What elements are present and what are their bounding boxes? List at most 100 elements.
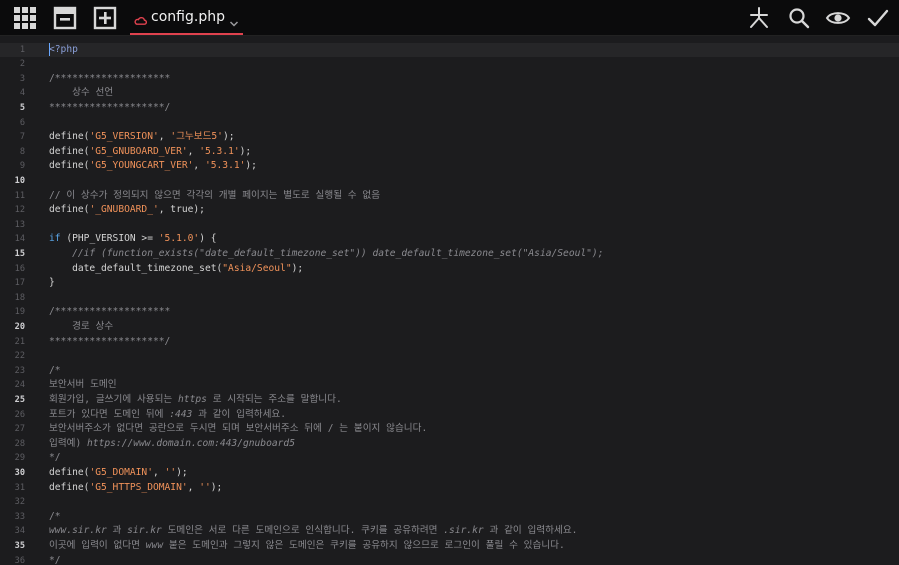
code-line[interactable]: 26 포트가 있다면 도메인 뒤에 :443 과 같이 입력하세요. — [0, 408, 899, 423]
code-line[interactable]: 21 ********************/ — [0, 335, 899, 350]
code-token: , — [193, 160, 205, 172]
code-line[interactable]: 19 /******************** — [0, 305, 899, 320]
code-token: /* — [49, 364, 61, 376]
code-token: , — [158, 131, 171, 143]
code-line[interactable]: 11 // 이 상수가 정의되지 않으면 각각의 개별 페이지는 별도로 실행될 … — [0, 189, 899, 204]
line-number: 33 — [14, 511, 25, 522]
collapse-icon[interactable] — [52, 5, 78, 31]
code-text: 입력예) https://www.domain.com:443/gnuboard… — [49, 437, 295, 452]
code-line[interactable]: 35 이곳에 입력이 없다면 www 붙은 도메인과 그렇지 않은 도메인은 쿠키… — [0, 539, 899, 554]
code-editor[interactable]: 1 <?php 2 3/******************** 4 상수 선언 5 ***… — [0, 36, 899, 565]
code-line[interactable]: 24 보안서버 도메인 — [0, 378, 899, 393]
line-number: 26 — [14, 409, 25, 420]
code-text: 보안서버 도메인 — [49, 378, 117, 393]
tab-title: config.php — [151, 8, 225, 25]
code-line[interactable]: 32 — [0, 495, 899, 510]
code-token: 상수 선언 — [49, 87, 114, 99]
code-line[interactable]: 12 define('_GNUBOARD_', true); — [0, 203, 899, 218]
code-line[interactable]: 15 //if (function_exists("date_default_t… — [0, 247, 899, 262]
code-token: '5.3.1' — [204, 160, 246, 172]
line-number: 12 — [14, 205, 25, 216]
code-line[interactable]: 16 date_default_timezone_set("Asia/Seoul… — [0, 262, 899, 277]
code-text: /* — [49, 364, 61, 379]
code-line[interactable]: 25 회원가입, 글쓰기에 사용되는 https 로 시작되는 주소를 말합니다. — [0, 393, 899, 408]
code-token: , — [152, 466, 165, 478]
code-line[interactable]: 28 입력예) https://www.domain.com:443/gnuboa… — [0, 437, 899, 452]
code-line[interactable]: 5 ********************/ — [0, 101, 899, 116]
chevron-down-icon[interactable] — [229, 13, 239, 27]
grid-icon[interactable] — [12, 5, 38, 31]
line-number: 22 — [14, 351, 25, 362]
code-token: www.sir.kr — [49, 525, 107, 537]
code-line[interactable]: 3 /******************** — [0, 72, 899, 87]
code-line[interactable]: 13 — [0, 218, 899, 233]
code-token: 'G5_GNUBOARD_VER' — [89, 145, 188, 157]
line-number: 2 — [19, 59, 25, 70]
line-number: 16 — [14, 263, 25, 274]
code-line[interactable]: 9 define('G5_YOUNGCART_VER', '5.3.1'); — [0, 159, 899, 174]
code-token: ); — [291, 262, 304, 274]
line-number: 21 — [14, 336, 25, 347]
line-number: 6 — [19, 117, 25, 128]
code-token: 로 시작되는 주소를 말합니다. — [206, 393, 342, 405]
code-line[interactable]: 31 define('G5_HTTPS_DOMAIN', ''); — [0, 481, 899, 496]
code-token: 'G5_DOMAIN' — [89, 466, 153, 478]
code-line[interactable]: 22 — [0, 349, 899, 364]
line-number: 10 — [14, 175, 25, 186]
code-token: 'G5_YOUNGCART_VER' — [89, 160, 194, 172]
code-line[interactable]: 18 — [0, 291, 899, 306]
code-token: sir.kr — [127, 525, 162, 537]
search-icon[interactable] — [786, 5, 812, 31]
preview-eye-icon[interactable] — [825, 5, 851, 31]
code-line[interactable]: 2 — [0, 57, 899, 72]
sparkle-icon[interactable] — [746, 5, 772, 31]
code-line[interactable]: 20 경로 상수 — [0, 320, 899, 335]
line-number: 29 — [14, 453, 25, 464]
code-text: // 이 상수가 정의되지 않으면 각각의 개별 페이지는 별도로 실행될 수 … — [49, 189, 380, 204]
code-line[interactable]: 17} — [0, 276, 899, 291]
code-text: <?php — [49, 43, 78, 58]
code-token: 포트가 있다면 도메인 뒤에 — [49, 408, 170, 420]
line-number: 18 — [14, 292, 25, 303]
add-icon[interactable] — [92, 5, 118, 31]
code-line[interactable]: 10 — [0, 174, 899, 189]
code-text: 이곳에 입력이 없다면 www 붙은 도메인과 그렇지 않은 도메인은 쿠키를 … — [49, 539, 565, 554]
code-line[interactable]: 36 */ — [0, 554, 899, 565]
file-tab[interactable]: config.php — [130, 0, 243, 35]
code-line[interactable]: 33 /* — [0, 510, 899, 525]
code-line[interactable]: 29 */ — [0, 451, 899, 466]
code-token: define( — [49, 131, 90, 143]
code-token: define( — [49, 466, 90, 478]
code-token: www — [145, 539, 164, 551]
code-token: '5.3.1' — [199, 145, 240, 157]
code-line[interactable]: 8 define('G5_GNUBOARD_VER', '5.3.1'); — [0, 145, 899, 160]
code-text: date_default_timezone_set("Asia/Seoul"); — [49, 262, 303, 277]
code-line[interactable]: 4 상수 선언 — [0, 86, 899, 101]
code-line[interactable]: 1 <?php — [0, 42, 899, 58]
code-text: /******************** — [49, 72, 170, 87]
code-token: ********************/ — [49, 335, 171, 347]
code-token: // 이 상수가 정의되지 않으면 각각의 개별 페이지는 별도로 실행될 수 … — [49, 189, 381, 201]
code-line[interactable]: 7 define('G5_VERSION', '그누보드5'); — [0, 130, 899, 145]
code-text: /******************** — [49, 305, 170, 320]
code-token: ); — [239, 145, 252, 157]
code-token: 입력예) — [49, 437, 88, 449]
checkmark-icon[interactable] — [865, 5, 891, 31]
code-token: 붙은 도메인과 그렇지 않은 도메인은 쿠키를 공유하지 않으므로 로그인이 풀… — [163, 539, 565, 551]
code-token: define( — [49, 160, 90, 172]
line-number: 20 — [14, 321, 25, 332]
code-line[interactable]: 23 /* — [0, 364, 899, 379]
code-token: ); — [245, 160, 257, 172]
code-line[interactable]: 30 define('G5_DOMAIN', ''); — [0, 466, 899, 481]
code-line[interactable]: 27 보안서버주소가 없다면 공란으로 두시면 되며 보안서버주소 뒤에 / 는 … — [0, 422, 899, 437]
code-line[interactable]: 6 — [0, 116, 899, 131]
code-token: ); — [176, 466, 188, 478]
code-line[interactable]: 14 if (PHP_VERSION >= '5.1.0') { — [0, 232, 899, 247]
line-number: 32 — [14, 497, 25, 508]
code-line[interactable]: 34 www.sir.kr 과 sir.kr 도메인은 서로 다른 도메인으로 인… — [0, 524, 899, 539]
code-text: } — [49, 276, 55, 291]
code-token: (PHP_VERSION >= — [60, 233, 159, 245]
code-token: , — [187, 481, 200, 493]
code-token: <?php — [49, 43, 78, 55]
code-token: 'G5_HTTPS_DOMAIN' — [89, 481, 188, 493]
